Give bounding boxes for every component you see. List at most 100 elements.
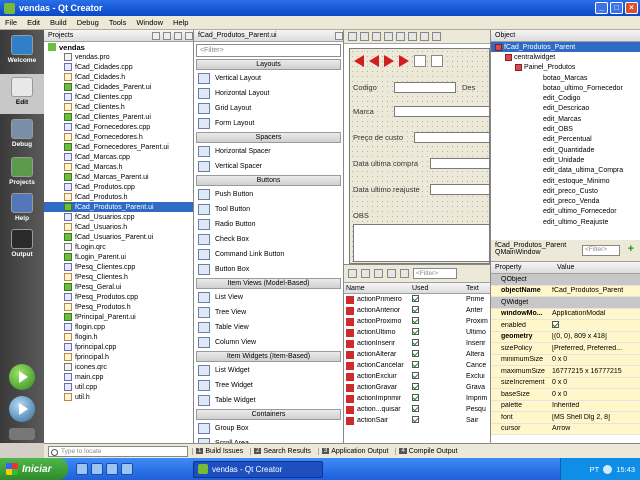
file-item[interactable]: fCad_Cidades.h — [44, 72, 193, 82]
action-row[interactable]: action...quisar Pesqu — [344, 404, 490, 415]
file-item[interactable]: fPesq_Clientes.cpp — [44, 262, 193, 272]
menu-file[interactable]: File — [0, 18, 22, 27]
widget-item[interactable]: Check Box — [194, 232, 343, 247]
file-item[interactable]: fLogin_Parent.ui — [44, 252, 193, 262]
widget-item[interactable]: Tool Button — [194, 202, 343, 217]
file-item[interactable]: fPesq_Produtos.cpp — [44, 292, 193, 302]
browser-icon[interactable] — [76, 463, 88, 475]
object-tree-item[interactable]: edit_ultimo_Fornecedor — [491, 207, 640, 217]
settings-icon[interactable] — [400, 269, 409, 278]
mode-output[interactable]: Output — [0, 226, 44, 266]
file-item[interactable]: fPrincipal_Parent.ui — [44, 312, 193, 322]
file-item[interactable]: flogin.cpp — [44, 322, 193, 332]
edit-record-icon[interactable] — [431, 55, 443, 67]
property-row[interactable]: baseSize 0 x 0 — [491, 389, 640, 401]
widget-filter-input[interactable]: <Filter> — [196, 44, 341, 57]
used-checkbox[interactable] — [412, 306, 419, 313]
run-button[interactable] — [9, 364, 35, 390]
language-indicator[interactable]: PT — [590, 465, 600, 474]
property-value[interactable]: 16777215 x 16777215 — [549, 368, 640, 375]
property-filter-input[interactable]: <Filter> — [582, 245, 620, 256]
used-checkbox[interactable] — [412, 350, 419, 357]
file-item[interactable]: fCad_Clientes.cpp — [44, 92, 193, 102]
file-item[interactable]: fCad_Produtos.h — [44, 192, 193, 202]
file-item[interactable]: fprincipal.h — [44, 352, 193, 362]
menu-help[interactable]: Help — [168, 18, 193, 27]
edit-data-ultimo-reajuste-field[interactable] — [430, 184, 490, 195]
property-value[interactable]: 0 x 0 — [549, 356, 640, 363]
object-tree-item[interactable]: edit_preco_Custo — [491, 186, 640, 196]
checkbox[interactable] — [552, 320, 559, 328]
used-checkbox[interactable] — [412, 405, 419, 412]
sync-icon[interactable] — [163, 31, 171, 40]
widget-item[interactable]: Horizontal Spacer — [194, 144, 343, 159]
file-item[interactable]: fCad_Marcas.cpp — [44, 152, 193, 162]
edit-obs-field[interactable] — [353, 224, 490, 262]
object-tree-item[interactable]: fCad_Produtos_Parent — [491, 42, 640, 53]
file-item[interactable]: fCad_Usuarios_Parent.ui — [44, 232, 193, 242]
property-value[interactable]: ApplicationModal — [549, 310, 640, 317]
close-document-icon[interactable] — [335, 31, 343, 40]
layout-h-icon[interactable] — [396, 32, 405, 41]
object-tree-item[interactable]: botao_Marcas — [491, 73, 640, 83]
mode-debug[interactable]: Debug — [0, 116, 44, 156]
maximize-button[interactable]: □ — [610, 2, 623, 14]
buddy-icon[interactable] — [372, 32, 381, 41]
explorer-icon[interactable] — [121, 463, 133, 475]
object-tree-item[interactable]: centralwidget — [491, 52, 640, 62]
widget-item[interactable]: List View — [194, 290, 343, 305]
edit-preco-custo-field[interactable] — [414, 132, 490, 143]
action-row[interactable]: actionAnterior Anter — [344, 305, 490, 316]
widget-category-header[interactable]: Buttons — [196, 175, 341, 186]
debug-run-button[interactable] — [9, 396, 35, 422]
file-item[interactable]: fCad_Produtos_Parent.ui — [44, 202, 193, 212]
property-value[interactable] — [549, 320, 640, 330]
show-desktop-icon[interactable] — [91, 463, 103, 475]
menu-window[interactable]: Window — [131, 18, 168, 27]
edit-data-ultima-compra-field[interactable] — [430, 158, 490, 169]
add-dynamic-property-icon[interactable]: + — [628, 243, 634, 255]
mode-projects[interactable]: Projects — [0, 154, 44, 194]
file-item[interactable]: fprincipal.cpp — [44, 342, 193, 352]
file-item[interactable]: fCad_Clientes_Parent.ui — [44, 112, 193, 122]
property-row[interactable]: minimumSize 0 x 0 — [491, 354, 640, 366]
widget-item[interactable]: Vertical Layout — [194, 71, 343, 86]
copy-action-icon[interactable] — [361, 269, 370, 278]
property-row[interactable]: geometry [(0, 0), 809 x 418] — [491, 331, 640, 343]
menu-build[interactable]: Build — [45, 18, 72, 27]
widget-item[interactable]: Radio Button — [194, 217, 343, 232]
property-row[interactable]: sizePolicy [Preferred, Preferred... — [491, 343, 640, 355]
layout-grid-icon[interactable] — [420, 32, 429, 41]
menu-tools[interactable]: Tools — [104, 18, 132, 27]
next-record-icon[interactable] — [384, 55, 394, 67]
widget-category-header[interactable]: Containers — [196, 409, 341, 420]
property-row[interactable]: sizeIncrement 0 x 0 — [491, 377, 640, 389]
split-icon[interactable] — [174, 31, 182, 40]
used-checkbox[interactable] — [412, 361, 419, 368]
action-row[interactable]: actionExcluir Exclui — [344, 371, 490, 382]
mode-welcome[interactable]: Welcome — [0, 32, 44, 72]
widget-item[interactable]: Horizontal Layout — [194, 86, 343, 101]
property-value[interactable]: [Preferred, Preferred... — [549, 345, 640, 352]
property-value[interactable]: 0 x 0 — [549, 379, 640, 386]
file-item[interactable]: fCad_Clientes.h — [44, 102, 193, 112]
property-value[interactable]: 0 x 0 — [549, 391, 640, 398]
file-item[interactable]: fCad_Fornecedores_Parent.ui — [44, 142, 193, 152]
object-tree-item[interactable]: edit_Codigo — [491, 93, 640, 103]
used-checkbox[interactable] — [412, 317, 419, 324]
file-item[interactable]: fCad_Marcas.h — [44, 162, 193, 172]
file-item[interactable]: util.h — [44, 392, 193, 402]
file-item[interactable]: fPesq_Clientes.h — [44, 272, 193, 282]
action-row[interactable]: actionProximo Proxim — [344, 316, 490, 327]
used-checkbox[interactable] — [412, 416, 419, 423]
output-tab-search-results[interactable]: 2 Search Results — [250, 447, 314, 455]
tab-order-icon[interactable] — [384, 32, 393, 41]
build-hammer-icon[interactable] — [9, 428, 35, 440]
object-tree-item[interactable]: edit_Percentual — [491, 135, 640, 145]
property-row[interactable]: maximumSize 16777215 x 16777215 — [491, 366, 640, 378]
property-row[interactable]: cursor Arrow — [491, 423, 640, 435]
property-value[interactable]: Arrow — [549, 425, 640, 432]
output-tab-compile-output[interactable]: 4 Compile Output — [395, 447, 460, 455]
widget-item[interactable]: Tree Widget — [194, 378, 343, 393]
widget-item[interactable]: Column View — [194, 335, 343, 350]
